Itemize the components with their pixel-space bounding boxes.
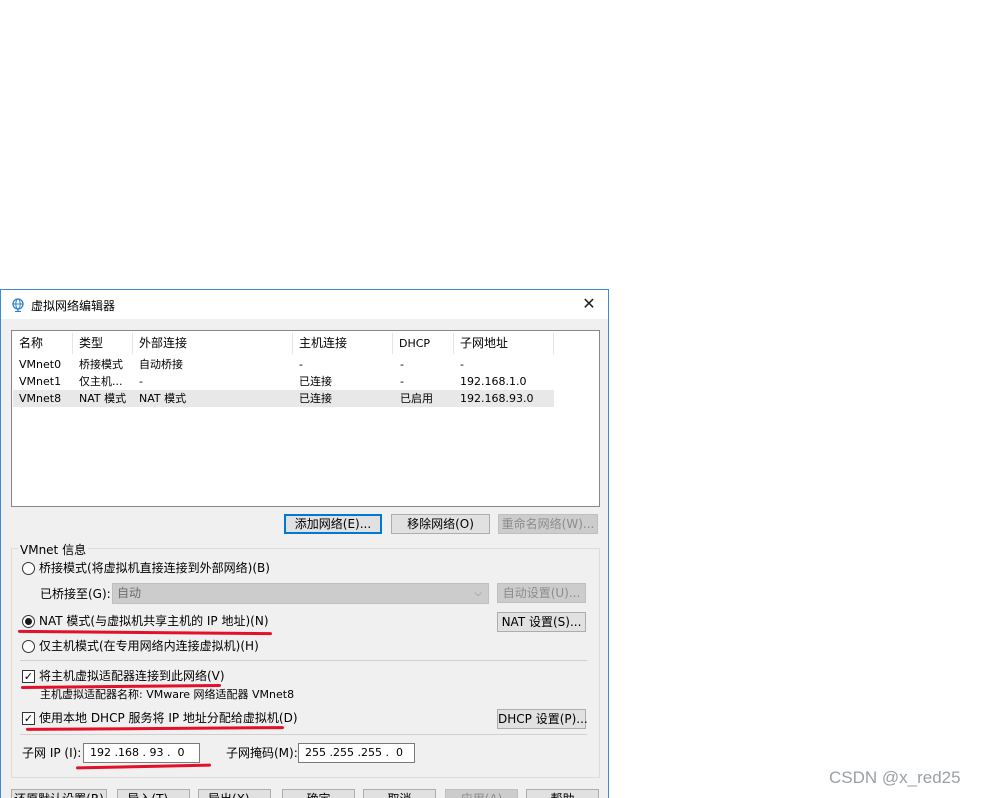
network-list[interactable]: 名称 类型 外部连接 主机连接 DHCP 子网地址 VMnet0 桥接模式 自动…	[11, 330, 600, 507]
subnet-mask-field[interactable]: 255 .255 .255 . 0	[298, 743, 415, 763]
virtual-network-editor-dialog: 虚拟网络编辑器 ✕ 名称 类型 外部连接 主机连接 DHCP 子网地址 VMne…	[0, 289, 609, 798]
cell-name: VMnet8	[19, 392, 62, 405]
export-button[interactable]: 导出(X)...	[198, 789, 271, 798]
cell-subnet: 192.168.1.0	[460, 375, 527, 388]
close-icon: ✕	[582, 294, 596, 313]
cell-host: -	[299, 358, 303, 371]
connect-adapter-label[interactable]: 将主机虚拟适配器连接到此网络(V)	[39, 668, 225, 684]
bridged-to-label: 已桥接至(G):	[40, 587, 111, 601]
connect-adapter-checkbox[interactable]: ✓	[22, 670, 35, 683]
cell-name: VMnet1	[19, 375, 62, 388]
csdn-watermark: CSDN @x_red25	[829, 768, 961, 787]
dhcp-checkbox[interactable]: ✓	[22, 712, 35, 725]
column-header-subnet[interactable]: 子网地址	[453, 331, 553, 356]
title-bar[interactable]: 虚拟网络编辑器 ✕	[1, 290, 608, 319]
cell-type: 仅主机...	[79, 375, 123, 388]
cell-external: 自动桥接	[139, 358, 183, 371]
remove-network-button[interactable]: 移除网络(O)	[391, 514, 490, 534]
ok-button[interactable]: 确定	[282, 789, 355, 798]
cell-external: NAT 模式	[139, 392, 187, 405]
add-network-button[interactable]: 添加网络(E)...	[284, 514, 382, 534]
host-only-radio[interactable]	[22, 640, 35, 653]
column-divider	[553, 333, 554, 354]
dhcp-settings-button[interactable]: DHCP 设置(P)...	[497, 709, 588, 729]
subnet-ip-label: 子网 IP (I):	[22, 746, 82, 760]
host-only-label[interactable]: 仅主机模式(在专用网络内连接虚拟机)(H)	[39, 638, 259, 654]
cell-external: -	[139, 375, 143, 388]
adapter-name-text: 主机虚拟适配器名称: VMware 网络适配器 VMnet8	[40, 688, 295, 701]
nat-settings-button[interactable]: NAT 设置(S)...	[497, 612, 586, 632]
cell-name: VMnet0	[19, 358, 62, 371]
window-title: 虚拟网络编辑器	[31, 299, 116, 313]
column-header-external[interactable]: 外部连接	[132, 331, 292, 356]
cell-dhcp: -	[400, 375, 404, 388]
bridged-mode-label[interactable]: 桥接模式(将虚拟机直接连接到外部网络)(B)	[39, 560, 270, 576]
rename-network-button[interactable]: 重命名网络(W)...	[498, 514, 598, 534]
cell-dhcp: -	[400, 358, 404, 371]
vmnet-info-label: VMnet 信息	[18, 541, 89, 558]
cell-dhcp: 已启用	[400, 392, 433, 405]
section-divider	[20, 660, 587, 661]
cell-host: 已连接	[299, 392, 332, 405]
dhcp-label[interactable]: 使用本地 DHCP 服务将 IP 地址分配给虚拟机(D)	[39, 710, 298, 726]
cell-subnet: 192.168.93.0	[460, 392, 534, 405]
table-row-selected[interactable]: VMnet8 NAT 模式 NAT 模式 已连接 已启用 192.168.93.…	[13, 390, 554, 407]
column-header-name[interactable]: 名称	[12, 331, 72, 356]
section-divider	[20, 734, 587, 735]
nat-mode-radio[interactable]	[22, 615, 35, 628]
bridged-to-value: 自动	[117, 586, 142, 600]
help-button[interactable]: 帮助	[526, 789, 599, 798]
column-header-dhcp[interactable]: DHCP	[392, 331, 453, 356]
network-globe-icon	[12, 298, 24, 312]
apply-button[interactable]: 应用(A)	[445, 789, 518, 798]
column-header-type[interactable]: 类型	[72, 331, 132, 356]
close-button[interactable]: ✕	[577, 294, 601, 316]
cancel-button[interactable]: 取消	[363, 789, 436, 798]
column-header-host[interactable]: 主机连接	[292, 331, 392, 356]
restore-defaults-button[interactable]: 还原默认设置(R)	[11, 789, 107, 798]
cell-host: 已连接	[299, 375, 332, 388]
nat-mode-label[interactable]: NAT 模式(与虚拟机共享主机的 IP 地址)(N)	[39, 613, 269, 629]
subnet-mask-label: 子网掩码(M):	[226, 746, 298, 760]
chevron-down-icon: ⌵	[474, 588, 482, 599]
import-button[interactable]: 导入(T)...	[117, 789, 190, 798]
cell-subnet: -	[460, 358, 464, 371]
bridged-to-select[interactable]: 自动 ⌵	[112, 583, 489, 604]
table-row[interactable]: VMnet1 仅主机... - 已连接 - 192.168.1.0	[13, 373, 554, 390]
auto-settings-button[interactable]: 自动设置(U)...	[497, 583, 586, 603]
cell-type: 桥接模式	[79, 358, 123, 371]
subnet-ip-field[interactable]: 192 .168 . 93 . 0	[83, 743, 200, 763]
bridged-mode-radio[interactable]	[22, 562, 35, 575]
table-row[interactable]: VMnet0 桥接模式 自动桥接 - - -	[13, 356, 554, 373]
cell-type: NAT 模式	[79, 392, 127, 405]
